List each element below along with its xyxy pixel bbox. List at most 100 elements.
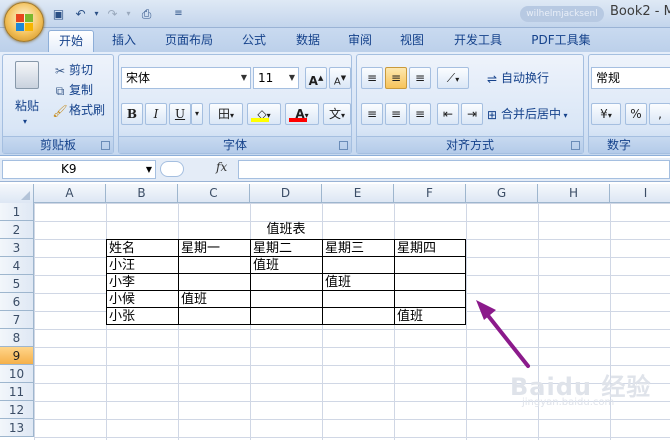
percent-style-button[interactable]: % bbox=[625, 103, 647, 125]
redo-icon[interactable]: ↷ bbox=[104, 5, 121, 22]
row-header[interactable]: 12 bbox=[0, 401, 34, 419]
table-cell[interactable] bbox=[322, 307, 395, 325]
font-color-button[interactable]: A▾ bbox=[285, 103, 319, 125]
column-header-d[interactable]: D bbox=[250, 184, 322, 203]
undo-dropdown-icon[interactable]: ▾ bbox=[88, 5, 105, 22]
customize-qat-icon[interactable]: ≡ bbox=[170, 5, 187, 22]
comma-style-button[interactable]: , bbox=[649, 103, 670, 125]
insert-function-button[interactable]: fx bbox=[216, 160, 227, 174]
formula-cancel-enter-icon[interactable] bbox=[160, 161, 184, 177]
alignment-launcher-icon[interactable] bbox=[571, 141, 580, 150]
save-icon[interactable]: ▣ bbox=[50, 5, 67, 22]
increase-indent-button[interactable]: ⇥ bbox=[461, 103, 483, 125]
underline-dropdown-icon[interactable]: ▾ bbox=[191, 103, 203, 125]
select-all-button[interactable] bbox=[0, 184, 34, 203]
copy-button[interactable]: ⧉ 复制 bbox=[51, 79, 93, 101]
clipboard-launcher-icon[interactable] bbox=[101, 141, 110, 150]
table-cell[interactable] bbox=[322, 256, 395, 274]
align-left-button[interactable]: ≡ bbox=[361, 103, 383, 125]
table-cell[interactable]: 值班 bbox=[178, 290, 251, 308]
table-cell[interactable] bbox=[250, 290, 323, 308]
tab-formulas[interactable]: 公式 bbox=[236, 30, 272, 52]
fill-color-button[interactable]: ◇▾ bbox=[247, 103, 281, 125]
formula-input[interactable] bbox=[238, 160, 670, 179]
print-preview-icon[interactable]: ⎙ bbox=[138, 5, 155, 22]
number-format-select[interactable]: 常规 bbox=[591, 67, 670, 89]
table-cell[interactable]: 小李 bbox=[106, 273, 179, 291]
table-cell[interactable] bbox=[178, 273, 251, 291]
font-size-select[interactable]: 11 ▼ bbox=[253, 67, 299, 89]
table-cell[interactable] bbox=[394, 256, 466, 274]
tab-page-layout[interactable]: 页面布局 bbox=[158, 30, 220, 52]
row-header[interactable]: 8 bbox=[0, 329, 34, 347]
font-name-select[interactable]: 宋体 ▼ bbox=[121, 67, 251, 89]
grow-font-button[interactable]: A▲ bbox=[305, 67, 327, 89]
office-button[interactable] bbox=[4, 2, 44, 42]
decrease-indent-button[interactable]: ⇤ bbox=[437, 103, 459, 125]
column-header-a[interactable]: A bbox=[34, 184, 106, 203]
row-header[interactable]: 6 bbox=[0, 293, 34, 311]
orientation-button[interactable]: ⟋▾ bbox=[437, 67, 469, 89]
table-cell[interactable]: 值班 bbox=[394, 307, 466, 325]
undo-icon[interactable]: ↶ bbox=[72, 5, 89, 22]
phonetic-button[interactable]: 文▾ bbox=[323, 103, 351, 125]
table-cell[interactable] bbox=[250, 307, 323, 325]
table-cell[interactable] bbox=[394, 273, 466, 291]
tab-developer[interactable]: 开发工具 bbox=[446, 30, 510, 52]
cut-button[interactable]: ✂ 剪切 bbox=[51, 59, 93, 81]
italic-button[interactable]: I bbox=[145, 103, 167, 125]
table-cell[interactable]: 小张 bbox=[106, 307, 179, 325]
row-header-selected[interactable]: 9 bbox=[0, 347, 34, 365]
row-header[interactable]: 4 bbox=[0, 257, 34, 275]
table-cell[interactable]: 小候 bbox=[106, 290, 179, 308]
header-cell-thursday[interactable]: 星期四 bbox=[394, 239, 466, 257]
row-header[interactable]: 13 bbox=[0, 419, 34, 437]
column-header-c[interactable]: C bbox=[178, 184, 250, 203]
row-header[interactable]: 11 bbox=[0, 383, 34, 401]
header-cell-tuesday[interactable]: 星期二 bbox=[250, 239, 323, 257]
row-header[interactable]: 7 bbox=[0, 311, 34, 329]
column-header-i[interactable]: I bbox=[610, 184, 670, 203]
table-cell[interactable] bbox=[322, 290, 395, 308]
bold-button[interactable]: B bbox=[121, 103, 143, 125]
row-header[interactable]: 3 bbox=[0, 239, 34, 257]
header-cell-monday[interactable]: 星期一 bbox=[178, 239, 251, 257]
column-header-f[interactable]: F bbox=[394, 184, 466, 203]
font-launcher-icon[interactable] bbox=[339, 141, 348, 150]
table-cell[interactable]: 值班 bbox=[250, 256, 323, 274]
row-header[interactable]: 1 bbox=[0, 203, 34, 221]
redo-dropdown-icon[interactable]: ▾ bbox=[120, 5, 137, 22]
tab-home[interactable]: 开始 bbox=[48, 30, 94, 52]
tab-view[interactable]: 视图 bbox=[392, 30, 432, 52]
paste-button[interactable]: 粘贴 ▾ bbox=[9, 59, 45, 126]
accounting-format-button[interactable]: ¥▾ bbox=[591, 103, 621, 125]
header-cell-name[interactable]: 姓名 bbox=[106, 239, 179, 257]
format-painter-button[interactable]: 🖌格式刷 bbox=[51, 99, 105, 121]
table-cell[interactable] bbox=[178, 256, 251, 274]
header-cell-wednesday[interactable]: 星期三 bbox=[322, 239, 395, 257]
row-header[interactable]: 10 bbox=[0, 365, 34, 383]
row-header[interactable]: 5 bbox=[0, 275, 34, 293]
table-cell[interactable] bbox=[394, 290, 466, 308]
table-cell[interactable]: 值班 bbox=[322, 273, 395, 291]
tab-data[interactable]: 数据 bbox=[288, 30, 328, 52]
align-top-button[interactable]: ≡ bbox=[361, 67, 383, 89]
wrap-text-button[interactable]: ⇌ 自动换行 bbox=[483, 67, 549, 89]
row-header[interactable]: 2 bbox=[0, 221, 34, 239]
tab-review[interactable]: 审阅 bbox=[342, 30, 378, 52]
align-center-button[interactable]: ≡ bbox=[385, 103, 407, 125]
tab-insert[interactable]: 插入 bbox=[104, 30, 144, 52]
column-header-e[interactable]: E bbox=[322, 184, 394, 203]
table-cell[interactable]: 小汪 bbox=[106, 256, 179, 274]
borders-button[interactable]: 田▾ bbox=[209, 103, 243, 125]
table-title-cell[interactable]: 值班表 bbox=[106, 221, 466, 239]
align-middle-button[interactable]: ≡ bbox=[385, 67, 407, 89]
table-cell[interactable] bbox=[178, 307, 251, 325]
column-header-b[interactable]: B bbox=[106, 184, 178, 203]
underline-button[interactable]: U bbox=[169, 103, 191, 125]
name-box[interactable]: K9 ▼ bbox=[2, 160, 156, 179]
align-right-button[interactable]: ≡ bbox=[409, 103, 431, 125]
shrink-font-button[interactable]: A▼ bbox=[329, 67, 351, 89]
tab-pdf-tools[interactable]: PDF工具集 bbox=[526, 30, 596, 52]
column-header-h[interactable]: H bbox=[538, 184, 610, 203]
